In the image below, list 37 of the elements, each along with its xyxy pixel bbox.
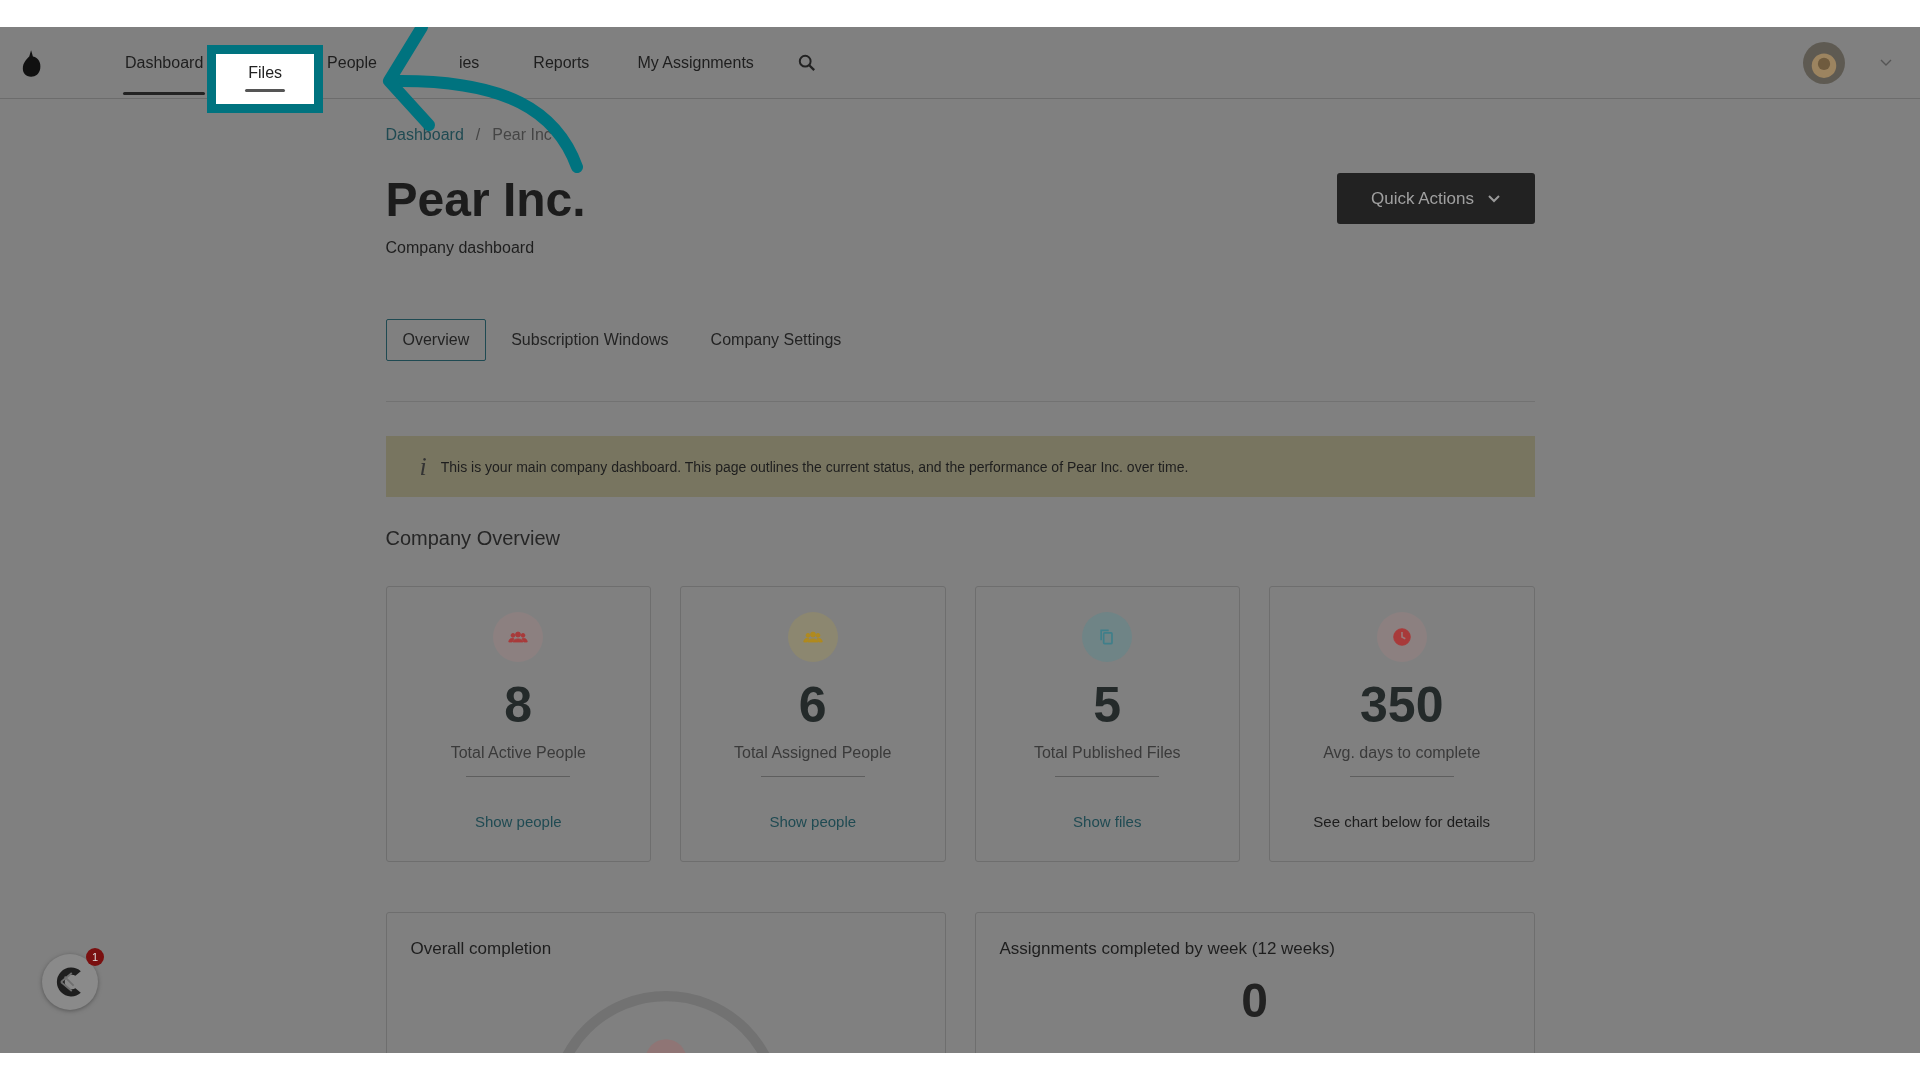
page-title: Pear Inc. xyxy=(385,172,586,228)
nav-tab[interactable]: ies xyxy=(456,30,482,95)
info-icon: i xyxy=(419,451,427,482)
stat-value: 5 xyxy=(1093,680,1122,731)
stat-label: Total Assigned People xyxy=(734,744,892,763)
stat-link[interactable]: Show people xyxy=(474,813,562,831)
stat-label: Total Published Files xyxy=(1033,744,1181,763)
stat-label: Total Active People xyxy=(450,744,586,763)
nav-tab[interactable]: Files xyxy=(207,44,324,113)
page-subtitle: Company dashboard xyxy=(385,239,536,258)
panel-value: 0 xyxy=(1241,973,1268,1029)
breadcrumb-separator: / xyxy=(475,126,481,144)
nav-tab[interactable]: Dashboard xyxy=(123,30,206,95)
chevron-down-icon xyxy=(1488,194,1500,203)
breadcrumb-link[interactable]: Dashboard xyxy=(385,126,464,144)
tab[interactable]: Overview xyxy=(385,319,487,362)
chat-widget-button[interactable] xyxy=(42,954,98,1010)
nav-tab[interactable]: Reports xyxy=(531,30,592,95)
stat-value: 6 xyxy=(798,680,827,731)
tab[interactable]: Subscription Windows xyxy=(494,319,686,362)
stat-link[interactable]: Show people xyxy=(769,813,857,831)
stat-note: See chart below for details xyxy=(1313,813,1491,831)
section-title: Company Overview xyxy=(385,527,561,551)
info-text: This is your main company dashboard. This page outlines the current status, and the performance of Pear Inc. over time. xyxy=(440,458,1189,475)
stat-value: 350 xyxy=(1360,680,1444,731)
panel-title: Overall completion xyxy=(410,939,553,960)
search-icon[interactable] xyxy=(797,53,816,72)
nav-tab[interactable]: My Assignments xyxy=(635,30,756,95)
notification-badge: 1 xyxy=(86,948,104,966)
stat-label: Avg. days to complete xyxy=(1323,744,1481,763)
stat-value: 8 xyxy=(504,680,533,731)
breadcrumb-current: Pear Inc xyxy=(492,126,552,144)
stat-link[interactable]: Show files xyxy=(1073,813,1142,831)
quick-actions-button[interactable]: Quick Actions xyxy=(1336,173,1535,224)
tab[interactable]: Company Settings xyxy=(693,319,859,362)
nav-tab[interactable]: People xyxy=(325,30,379,95)
panel-title: Assignments completed by week (12 weeks) xyxy=(999,939,1336,960)
